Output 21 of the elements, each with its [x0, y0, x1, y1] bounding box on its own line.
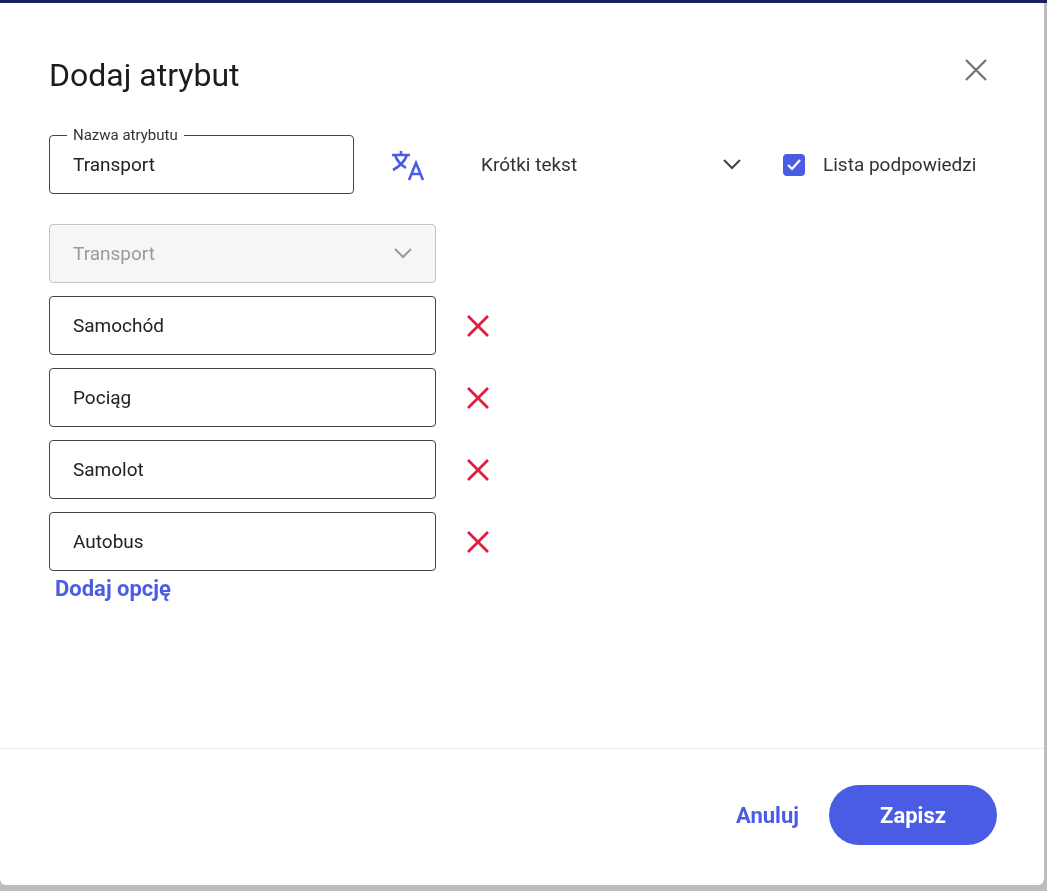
- option-field[interactable]: Pociąg: [49, 368, 436, 427]
- add-option-link[interactable]: Dodaj opcję: [55, 576, 171, 601]
- delete-icon[interactable]: [467, 530, 489, 553]
- option-field[interactable]: Samochód: [49, 296, 436, 355]
- checkmark-icon: [787, 158, 801, 171]
- close-icon[interactable]: [965, 59, 987, 81]
- attribute-name-field[interactable]: Nazwa atrybutu Transport: [49, 125, 354, 194]
- translate-icon[interactable]: [390, 148, 425, 181]
- chevron-down-icon: [394, 248, 412, 259]
- save-button[interactable]: Zapisz: [829, 785, 997, 845]
- cancel-button[interactable]: Anuluj: [736, 796, 799, 834]
- delete-icon[interactable]: [467, 386, 489, 409]
- type-dropdown[interactable]: Krótki tekst: [481, 145, 741, 184]
- suggestions-checkbox[interactable]: [783, 153, 805, 176]
- delete-icon[interactable]: [467, 314, 489, 337]
- option-field[interactable]: Samolot: [49, 440, 436, 499]
- option-field[interactable]: Autobus: [49, 512, 436, 571]
- chevron-down-icon: [723, 159, 741, 170]
- checkbox-label: Lista podpowiedzi: [823, 153, 977, 176]
- delete-icon[interactable]: [467, 458, 489, 481]
- dialog-title: Dodaj atrybut: [49, 55, 240, 95]
